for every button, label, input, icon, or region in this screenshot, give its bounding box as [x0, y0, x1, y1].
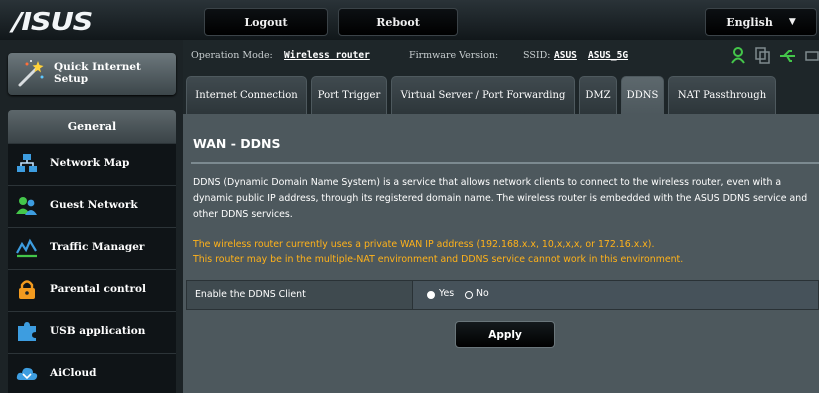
- ddns-no-radio[interactable]: [465, 291, 473, 299]
- user-status-icon[interactable]: [731, 47, 747, 65]
- firmware-version-label: Firmware Version:: [409, 50, 499, 61]
- sidebar-item-traffic-manager[interactable]: Traffic Manager: [8, 227, 176, 266]
- ddns-warning: The wireless router currently uses a pri…: [193, 237, 818, 267]
- language-label: English: [726, 15, 773, 29]
- tab-label: NAT Passthrough: [677, 90, 767, 101]
- enable-ddns-row: Enable the DDNS Client Yes No: [186, 280, 819, 310]
- tab-virtual-server[interactable]: Virtual Server / Port Forwarding: [391, 76, 575, 114]
- ssid-link-2g[interactable]: ASUS: [554, 50, 577, 61]
- sidebar: Quick Internet Setup General Network Map…: [0, 40, 183, 393]
- general-section-header: General: [8, 110, 176, 143]
- sidebar-item-network-map[interactable]: Network Map: [8, 143, 176, 182]
- top-bar: /ISUS Logout Reboot English ▼: [0, 0, 819, 40]
- asus-logo: /ISUS: [12, 7, 93, 36]
- sidebar-item-label: Parental control: [50, 283, 146, 295]
- logout-button[interactable]: Logout: [204, 8, 328, 36]
- tab-label: Port Trigger: [317, 90, 381, 101]
- cloud-icon: [16, 367, 38, 380]
- sidebar-nav: Network Map Guest Network Traffic Manage…: [8, 143, 176, 393]
- sidebar-item-guest-network[interactable]: Guest Network: [8, 185, 176, 224]
- reboot-button[interactable]: Reboot: [338, 8, 458, 36]
- tab-port-trigger[interactable]: Port Trigger: [311, 76, 387, 114]
- enable-ddns-label: Enable the DDNS Client: [187, 281, 413, 309]
- tab-nat-passthrough[interactable]: NAT Passthrough: [668, 76, 776, 114]
- ssid-label: SSID:: [523, 50, 551, 61]
- sidebar-item-label: Traffic Manager: [50, 241, 145, 253]
- tab-ddns[interactable]: DDNS: [621, 76, 664, 114]
- title-divider: [191, 162, 819, 164]
- ssid-link-5g[interactable]: ASUS_5G: [588, 50, 628, 61]
- sidebar-item-label: Guest Network: [50, 199, 138, 211]
- reboot-button-label: Reboot: [376, 15, 420, 29]
- copy-status-icon[interactable]: [755, 47, 771, 65]
- traffic-manager-icon: [16, 238, 37, 258]
- lock-icon: [19, 280, 35, 299]
- status-bar: Operation Mode: Wireless router Firmware…: [183, 40, 819, 70]
- quick-internet-setup-button[interactable]: Quick Internet Setup: [8, 53, 176, 95]
- ddns-yes-label[interactable]: Yes: [439, 288, 454, 299]
- operation-mode-link[interactable]: Wireless router: [284, 50, 370, 61]
- sidebar-item-label: Network Map: [50, 157, 130, 169]
- tab-internet-connection[interactable]: Internet Connection: [186, 76, 307, 114]
- sidebar-item-usb-application[interactable]: USB application: [8, 311, 176, 350]
- apply-button-label: Apply: [488, 328, 522, 341]
- logout-button-label: Logout: [244, 15, 288, 29]
- warning-line: This router may be in the multiple-NAT e…: [193, 254, 684, 265]
- tab-label: DMZ: [585, 90, 611, 101]
- printer-status-icon[interactable]: [805, 47, 819, 65]
- sidebar-item-parental-control[interactable]: Parental control: [8, 269, 176, 308]
- page-title: WAN - DDNS: [193, 136, 281, 151]
- tab-label: Virtual Server / Port Forwarding: [400, 90, 566, 101]
- tab-label: DDNS: [626, 90, 659, 101]
- puzzle-icon: [18, 322, 36, 341]
- ddns-panel: WAN - DDNS DDNS (Dynamic Domain Name Sys…: [183, 114, 819, 393]
- sidebar-item-aicloud[interactable]: AiCloud: [8, 353, 176, 392]
- network-map-icon: [17, 154, 37, 172]
- apply-button[interactable]: Apply: [455, 321, 555, 348]
- warning-line: The wireless router currently uses a pri…: [193, 239, 655, 250]
- ddns-description: DDNS (Dynamic Domain Name System) is a s…: [193, 177, 808, 220]
- language-dropdown[interactable]: English ▼: [705, 8, 817, 36]
- magic-wand-icon: [18, 60, 44, 87]
- guest-network-icon: [16, 197, 37, 215]
- sidebar-item-label: USB application: [50, 325, 146, 337]
- status-icons: [711, 47, 819, 65]
- ddns-yes-radio[interactable]: [427, 291, 435, 299]
- operation-mode-label: Operation Mode:: [191, 50, 273, 61]
- tab-dmz[interactable]: DMZ: [579, 76, 617, 114]
- ddns-no-label[interactable]: No: [476, 288, 489, 299]
- tab-bar: Internet Connection Port Trigger Virtual…: [183, 70, 819, 114]
- enable-ddns-options: Yes No: [413, 281, 818, 309]
- sidebar-item-label: AiCloud: [50, 367, 97, 379]
- usb-status-icon[interactable]: [779, 47, 797, 65]
- quick-internet-setup-label: Quick Internet Setup: [54, 61, 141, 85]
- chevron-down-icon: ▼: [788, 17, 796, 27]
- tab-label: Internet Connection: [195, 90, 298, 101]
